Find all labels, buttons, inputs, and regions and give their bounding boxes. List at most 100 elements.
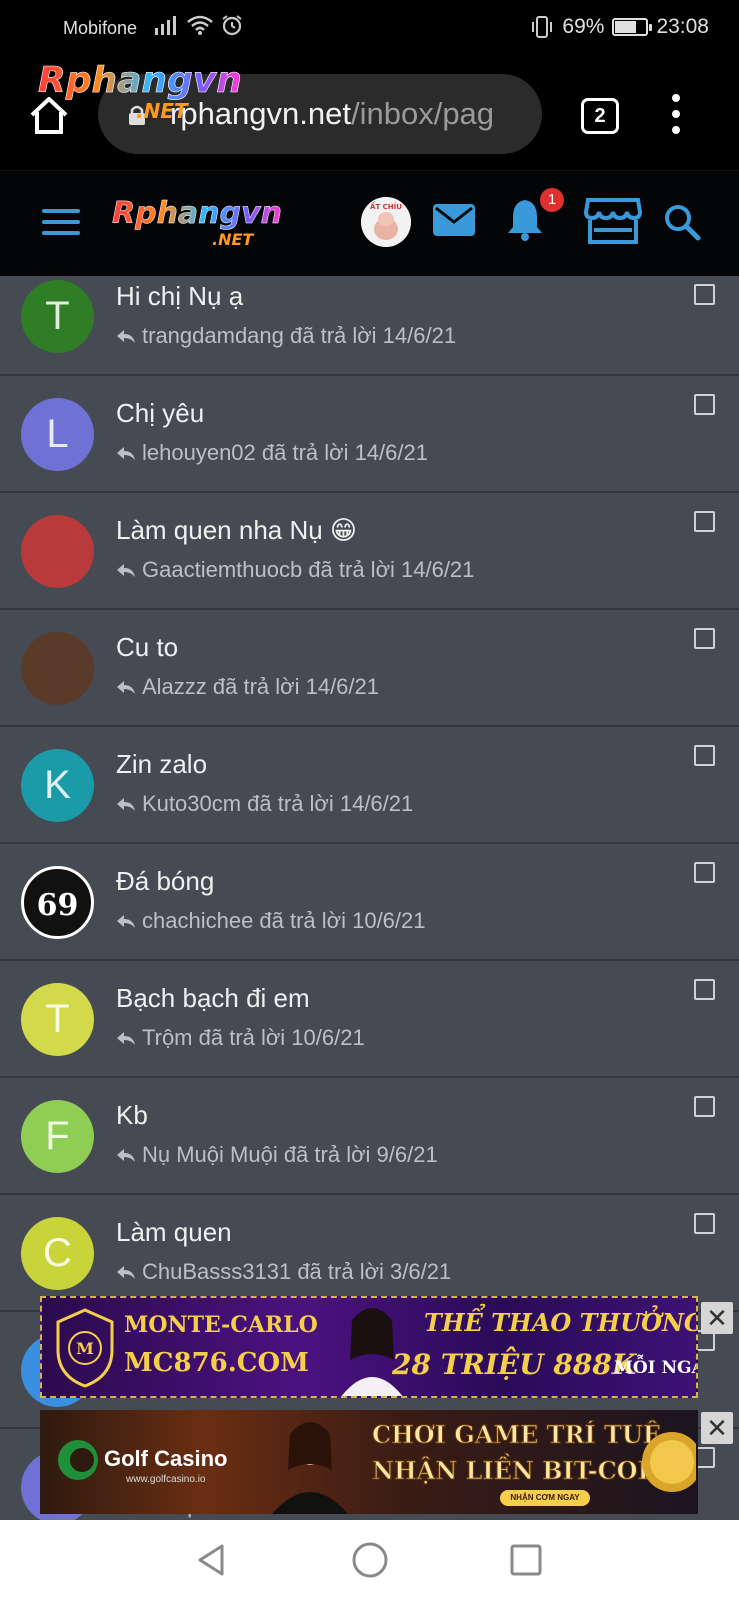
conversation-item[interactable]: Làm quen nha Nụ 😁 Gaactiemthuocb đã trả l…	[0, 493, 739, 610]
square-recents-icon[interactable]	[506, 1540, 546, 1580]
site-header: Rphangvn .NET ẤT CHÍU 1	[0, 170, 739, 276]
conversation-meta: Gaactiemthuocb đã trả lời 14/6/21	[116, 557, 474, 583]
conversation-checkbox[interactable]	[694, 862, 715, 883]
conversation-title[interactable]: Zin zalo	[116, 749, 207, 780]
site-logo[interactable]: Rphangvn .NET	[112, 193, 317, 251]
overlay-logo: Rphangvn .NET	[38, 60, 243, 123]
conversation-avatar[interactable]: 69	[21, 866, 94, 939]
conversation-checkbox[interactable]	[694, 511, 715, 532]
conversation-meta: Trộm đã trả lời 10/6/21	[116, 1025, 365, 1051]
conversation-meta: Alazzz đã trả lời 14/6/21	[116, 674, 379, 700]
reply-icon	[117, 1032, 135, 1045]
conversation-title[interactable]: Bạch bạch đi em	[116, 983, 310, 1014]
store-icon[interactable]	[584, 196, 642, 246]
conversation-meta-text: Trộm đã trả lời 10/6/21	[142, 1025, 365, 1050]
ad-banner-monte-carlo[interactable]: M MONTE-CARLO MC876.COM THỂ THAO THƯỞNG …	[40, 1296, 698, 1398]
conversation-item[interactable]: F Kb Nụ Muội Muội đã trả lời 9/6/21	[0, 1078, 739, 1195]
ad-2-line1: CHƠI GAME TRÍ TUỆ	[371, 1420, 662, 1450]
conversation-meta-text: trangdamdang đã trả lời 14/6/21	[142, 323, 457, 348]
reply-icon	[117, 564, 135, 577]
conversation-avatar[interactable]: F	[21, 1100, 94, 1173]
conversation-meta-text: Nụ Muội Muội đã trả lời 9/6/21	[142, 1142, 438, 1167]
ad-2-close-button[interactable]: ✕	[701, 1412, 733, 1444]
conversation-checkbox[interactable]	[694, 1096, 715, 1117]
ad-2-cta-button[interactable]: NHẬN CƠM NGAY	[500, 1490, 590, 1506]
conversation-title[interactable]: Cu to	[116, 632, 178, 663]
ad-2-brand-url: www.golfcasino.io	[126, 1474, 206, 1485]
user-avatar-text: ẤT CHÍU	[370, 201, 402, 211]
conversation-avatar[interactable]	[21, 632, 94, 705]
conversation-item[interactable]: K Zin zalo Kuto30cm đã trả lời 14/6/21	[0, 727, 739, 844]
conversation-checkbox[interactable]	[694, 628, 715, 649]
conversation-title[interactable]: Làm quen	[116, 1217, 232, 1248]
signal-icon	[155, 16, 176, 35]
ad-banner-golf-casino[interactable]: Golf Casino www.golfcasino.io CHƠI GAME …	[40, 1410, 698, 1514]
conversation-title[interactable]: Đá bóng	[116, 866, 214, 897]
reply-icon	[117, 330, 135, 343]
conversation-meta: lehouyen02 đã trả lời 14/6/21	[116, 440, 428, 466]
wifi-icon	[187, 15, 213, 35]
ad-1-right-suffix: MỖI NGÀY	[614, 1358, 696, 1378]
conversation-item[interactable]: C Làm quen ChuBasss3131 đã trả lời 3/6/21	[0, 1195, 739, 1312]
search-icon[interactable]	[663, 203, 701, 241]
ad-1-right-bottom: 28 TRIỆU 888K	[392, 1348, 637, 1381]
reply-icon	[117, 915, 135, 928]
conversation-title[interactable]: Kb	[116, 1100, 148, 1131]
conversation-item[interactable]: T Hi chị Nụ ạ trangdamdang đã trả lời 14/6…	[0, 276, 739, 376]
user-avatar-image: ẤT CHÍU	[361, 197, 411, 247]
conversation-avatar[interactable]: K	[21, 749, 94, 822]
overlay-logo-sub: .NET	[136, 99, 189, 123]
user-avatar[interactable]: ẤT CHÍU	[361, 197, 411, 247]
status-left-icons	[155, 14, 243, 36]
back-triangle-icon[interactable]	[192, 1540, 232, 1580]
site-logo-sub: .NET	[212, 230, 254, 249]
conversation-checkbox[interactable]	[694, 745, 715, 766]
conversation-meta: Kuto30cm đã trả lời 14/6/21	[116, 791, 413, 817]
reply-icon	[117, 1266, 135, 1279]
conversation-checkbox[interactable]	[694, 1213, 715, 1234]
vibrate-icon	[532, 16, 553, 38]
bell-icon[interactable]	[505, 197, 545, 241]
android-nav-bar	[0, 1520, 739, 1600]
conversation-title[interactable]: Hi chị Nụ ạ	[116, 281, 243, 312]
ad-crest-icon: M	[56, 1308, 114, 1388]
conversation-avatar[interactable]: T	[21, 280, 94, 353]
circle-home-icon[interactable]	[350, 1540, 390, 1580]
conversation-item[interactable]: Cu to Alazzz đã trả lời 14/6/21	[0, 610, 739, 727]
overlay-logo-main: Rphangvn	[38, 60, 242, 101]
alarm-icon	[222, 15, 242, 36]
conversation-avatar[interactable]: L	[21, 398, 94, 471]
conversation-checkbox[interactable]	[694, 394, 715, 415]
conversation-meta-text: chachichee đã trả lời 10/6/21	[142, 908, 426, 933]
conversation-meta-text: ChuBasss3131 đã trả lời 3/6/21	[142, 1259, 452, 1284]
conversation-meta: trangdamdang đã trả lời 14/6/21	[116, 323, 456, 349]
mail-icon[interactable]	[432, 203, 476, 237]
conversation-item[interactable]: T Bạch bạch đi em Trộm đã trả lời 10/6/21	[0, 961, 739, 1078]
status-bar: Mobifone 69% 23:08	[0, 0, 739, 58]
hamburger-icon[interactable]	[42, 209, 80, 239]
conversation-item[interactable]: 69 Đá bóng chachichee đã trả lời 10/6/21	[0, 844, 739, 961]
golf-casino-logo-icon	[58, 1440, 98, 1480]
more-options-icon[interactable]	[670, 94, 682, 138]
carrier-label: Mobifone	[63, 18, 138, 38]
conversation-item[interactable]: L Chị yêu lehouyen02 đã trả lời 14/6/21	[0, 376, 739, 493]
tab-switcher-button[interactable]: 2	[581, 98, 619, 134]
conversation-title[interactable]: Chị yêu	[116, 398, 204, 429]
conversation-title[interactable]: Làm quen nha Nụ 😁	[116, 515, 357, 546]
status-right: 69% 23:08	[530, 15, 709, 39]
conversation-avatar[interactable]	[21, 515, 94, 588]
ad-2-brand: Golf Casino	[104, 1446, 228, 1471]
conversation-checkbox[interactable]	[694, 284, 715, 305]
conversation-meta-text: Kuto30cm đã trả lời 14/6/21	[142, 791, 414, 816]
notification-badge: 1	[540, 188, 564, 212]
conversation-meta-text: Gaactiemthuocb đã trả lời 14/6/21	[142, 557, 475, 582]
battery-icon	[612, 18, 653, 36]
url-path: /inbox/pag	[350, 96, 495, 131]
ad-1-left-bottom: MC876.COM	[124, 1348, 309, 1378]
conversation-avatar[interactable]: T	[21, 983, 94, 1056]
conversation-checkbox[interactable]	[694, 979, 715, 1000]
conversation-avatar[interactable]: C	[21, 1217, 94, 1290]
battery-percent: 69%	[562, 15, 605, 38]
ad-1-close-button[interactable]: ✕	[701, 1302, 733, 1334]
conversation-meta: chachichee đã trả lời 10/6/21	[116, 908, 426, 934]
